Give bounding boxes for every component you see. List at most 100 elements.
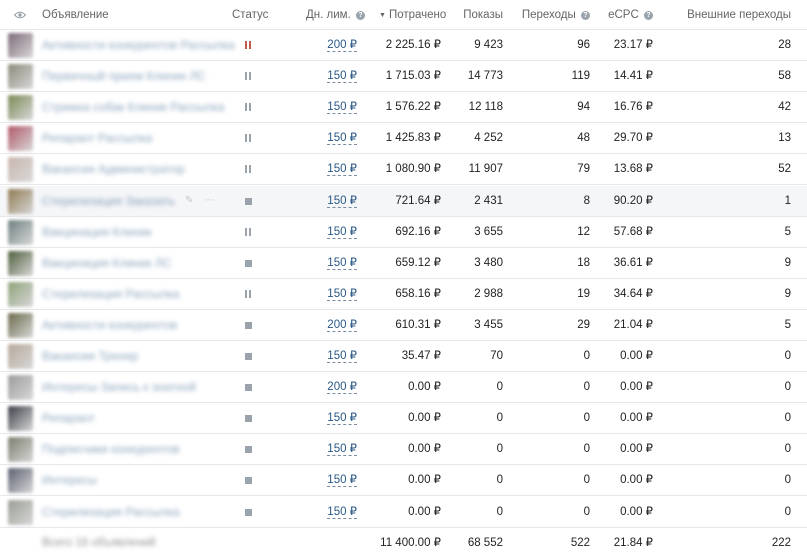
table-row[interactable]: Вакцинация Клиник 150 ₽ 692.16 ₽ 3 655 12 57.… — [0, 217, 807, 248]
table-row[interactable]: Вакансии Администратор 150 ₽ 1 080.90 ₽ 11 … — [0, 154, 807, 186]
daily-limit-cell[interactable]: 150 ₽ — [300, 434, 357, 464]
table-row[interactable]: Подписчики конкурентов 150 ₽ 0.00 ₽ 0 0 0.00 … — [0, 434, 807, 466]
column-status[interactable]: Статус — [232, 0, 268, 30]
info-icon[interactable]: ? — [355, 11, 365, 20]
table-row[interactable]: Первичный прием Клиник ЛС 150 ₽ 1 715.03 ₽… — [0, 61, 807, 93]
status-toggle[interactable] — [244, 227, 254, 236]
status-toggle[interactable] — [244, 72, 254, 81]
daily-limit-link[interactable]: 150 ₽ — [327, 256, 357, 270]
status-toggle[interactable] — [244, 321, 254, 329]
ad-thumbnail[interactable] — [8, 468, 33, 494]
daily-limit-cell[interactable]: 150 ₽ — [300, 248, 357, 278]
daily-limit-link[interactable]: 150 ₽ — [327, 225, 357, 239]
table-row[interactable]: Стерилизация Рассылка 150 ₽ 0.00 ₽ 0 0 0.00 ₽… — [0, 497, 807, 528]
ad-name-link[interactable]: Стерилизация Рассылка — [42, 279, 179, 309]
ad-name-link[interactable]: Стрижка собак Клиник Рассылка — [42, 92, 224, 122]
daily-limit-cell[interactable]: 150 ₽ — [300, 403, 357, 433]
row-actions[interactable]: ✎ ⋯ — [185, 186, 215, 216]
daily-limit-link[interactable]: 200 ₽ — [327, 381, 357, 395]
status-toggle[interactable] — [244, 476, 254, 485]
status-toggle[interactable] — [244, 508, 254, 516]
daily-limit-link[interactable]: 200 ₽ — [327, 39, 357, 52]
daily-limit-link[interactable]: 150 ₽ — [327, 194, 357, 208]
ad-thumbnail[interactable] — [8, 219, 33, 245]
daily-limit-link[interactable]: 150 ₽ — [327, 412, 357, 426]
ad-thumbnail[interactable] — [8, 281, 33, 307]
status-toggle[interactable] — [244, 197, 254, 205]
column-external-clicks[interactable]: Внешние переходы — [660, 0, 791, 30]
status-toggle[interactable] — [244, 414, 254, 423]
column-ad[interactable]: Объявление — [42, 0, 109, 30]
info-icon[interactable]: ? — [581, 11, 590, 20]
daily-limit-link[interactable]: 200 ₽ — [327, 318, 357, 332]
ad-name-link[interactable]: Вакцинация Клиник ЛС — [42, 248, 171, 278]
ad-thumbnail[interactable] — [8, 188, 33, 214]
ad-thumbnail[interactable] — [8, 64, 33, 90]
info-icon[interactable]: ? — [644, 11, 653, 20]
table-row[interactable]: Интересы Запись к знатной 200 ₽ 0.00 ₽ 0 0 0.… — [0, 372, 807, 404]
status-toggle[interactable] — [244, 134, 254, 143]
daily-limit-link[interactable]: 150 ₽ — [327, 70, 357, 84]
daily-limit-link[interactable]: 150 ₽ — [327, 443, 357, 457]
ad-name-link[interactable]: Репарант — [42, 403, 95, 433]
table-row[interactable]: Стерилизация Рассылка 150 ₽ 658.16 ₽ 2 988 1… — [0, 279, 807, 310]
status-toggle[interactable] — [244, 289, 254, 298]
table-row[interactable]: Стерилизация Заказать ✎ ⋯ 150 ₽ 721.64 ₽ 2 4… — [0, 185, 807, 217]
daily-limit-link[interactable]: 150 ₽ — [327, 505, 357, 519]
daily-limit-link[interactable]: 150 ₽ — [327, 350, 357, 363]
daily-limit-link[interactable]: 150 ₽ — [327, 101, 357, 115]
daily-limit-cell[interactable]: 200 ₽ — [300, 310, 357, 340]
daily-limit-cell[interactable]: 150 ₽ — [300, 217, 357, 247]
table-row[interactable]: Вакансии Тренер 150 ₽ 35.47 ₽ 70 0 0.00 ₽ 0 — [0, 341, 807, 372]
daily-limit-link[interactable]: 150 ₽ — [327, 474, 357, 488]
daily-limit-cell[interactable]: 150 ₽ — [300, 123, 357, 153]
ad-name-link[interactable]: Активности конкурентов — [42, 310, 177, 340]
ad-thumbnail[interactable] — [8, 499, 33, 525]
ad-thumbnail[interactable] — [8, 406, 33, 432]
daily-limit-cell[interactable]: 150 ₽ — [300, 341, 357, 371]
daily-limit-link[interactable]: 150 ₽ — [327, 132, 357, 146]
table-row[interactable]: Активности конкурентов 200 ₽ 610.31 ₽ 3 455… — [0, 310, 807, 341]
ad-thumbnail[interactable] — [8, 312, 33, 338]
status-toggle[interactable] — [244, 352, 254, 360]
status-toggle[interactable] — [244, 383, 254, 392]
table-row[interactable]: Стрижка собак Клиник Рассылка 150 ₽ 1 576.… — [0, 92, 807, 124]
ad-thumbnail[interactable] — [8, 375, 33, 401]
ad-name-link[interactable]: Первичный прием Клиник ЛС — [42, 61, 206, 91]
ad-thumbnail[interactable] — [8, 250, 33, 276]
daily-limit-link[interactable]: 150 ₽ — [327, 163, 357, 177]
status-toggle[interactable] — [244, 259, 254, 267]
ad-name-link[interactable]: Активности конкурентов Рассылка — [42, 30, 235, 60]
ad-name-link[interactable]: Подписчики конкурентов — [42, 434, 180, 464]
column-spent[interactable]: ▼ Потрачено — [379, 0, 446, 30]
ad-thumbnail[interactable] — [8, 126, 33, 152]
ad-thumbnail[interactable] — [8, 437, 33, 463]
daily-limit-cell[interactable]: 150 ₽ — [300, 497, 357, 527]
table-row[interactable]: Репарант 150 ₽ 0.00 ₽ 0 0 0.00 ₽ 0 — [0, 403, 807, 435]
column-impressions[interactable]: Показы — [440, 0, 503, 30]
daily-limit-cell[interactable]: 150 ₽ — [300, 465, 357, 495]
status-toggle[interactable] — [244, 103, 254, 112]
eye-icon[interactable] — [14, 11, 26, 19]
ad-name-link[interactable]: Вакансии Тренер — [42, 341, 138, 371]
daily-limit-cell[interactable]: 150 ₽ — [300, 61, 357, 91]
ad-thumbnail[interactable] — [8, 33, 33, 58]
table-row[interactable]: Активности конкурентов Рассылка 200 ₽ 2 22… — [0, 30, 807, 61]
daily-limit-cell[interactable]: 150 ₽ — [300, 279, 357, 309]
ad-name-link[interactable]: Стерилизация Рассылка — [42, 497, 179, 527]
ad-name-link[interactable]: Вакансии Администратор — [42, 154, 185, 184]
daily-limit-cell[interactable]: 200 ₽ — [300, 372, 357, 402]
daily-limit-cell[interactable]: 150 ₽ — [300, 186, 357, 216]
edit-icon[interactable]: ✎ — [185, 195, 193, 206]
table-row[interactable]: Вакцинация Клиник ЛС 150 ₽ 659.12 ₽ 3 480 18… — [0, 248, 807, 279]
daily-limit-link[interactable]: 150 ₽ — [327, 287, 357, 301]
column-clicks[interactable]: Переходы ? — [520, 0, 590, 30]
ad-name-link[interactable]: Репарант Рассылка — [42, 123, 152, 153]
ad-name-link[interactable]: Интересы Запись к знатной — [42, 372, 196, 402]
column-ecpc[interactable]: eCPC ? — [600, 0, 653, 30]
ad-name-link[interactable]: Вакцинация Клиник — [42, 217, 152, 247]
daily-limit-cell[interactable]: 150 ₽ — [300, 92, 357, 122]
daily-limit-cell[interactable]: 150 ₽ — [300, 154, 357, 184]
ad-name-link[interactable]: Интересы — [42, 465, 97, 495]
ad-name-link[interactable]: Стерилизация Заказать — [42, 186, 175, 216]
